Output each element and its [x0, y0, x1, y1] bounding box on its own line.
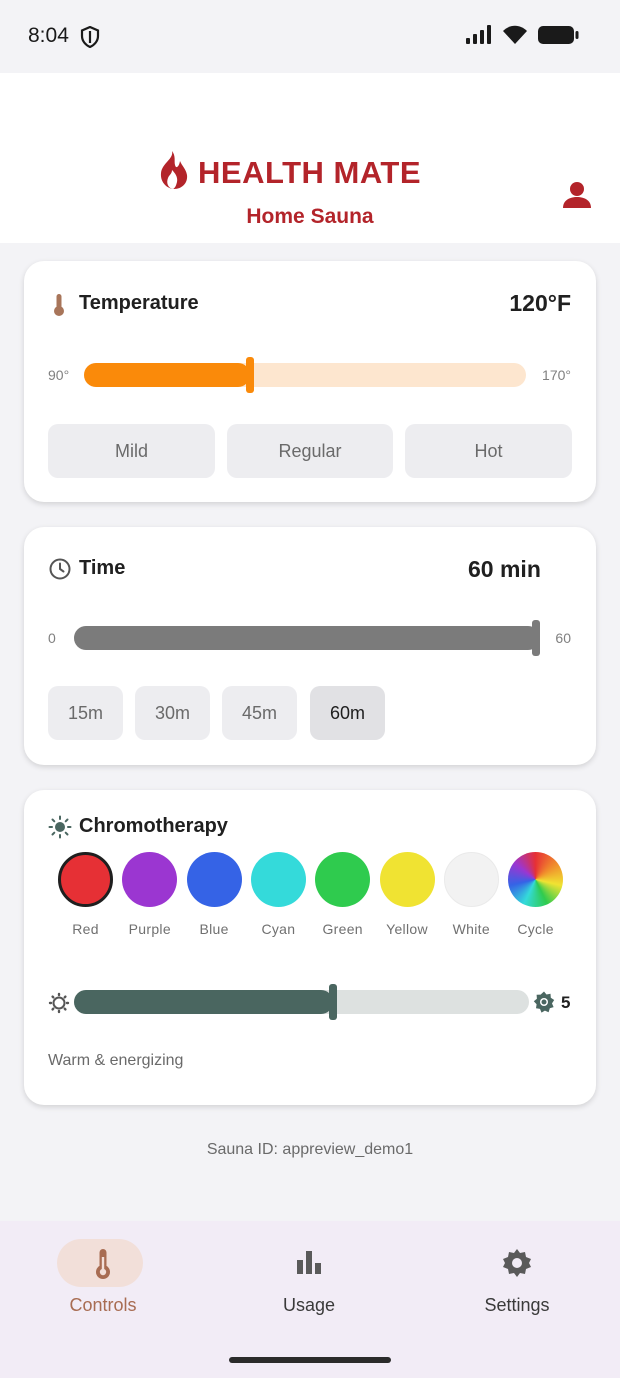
time-15m-button[interactable]: 15m — [48, 686, 123, 740]
status-time: 8:04 — [28, 24, 69, 47]
brightness-value: 5 — [561, 993, 571, 1012]
time-30m-button[interactable]: 30m — [135, 686, 210, 740]
color-swatch-blue[interactable] — [186, 852, 242, 907]
preset-mild-button[interactable]: Mild — [48, 424, 215, 478]
wifi-icon — [502, 25, 528, 50]
brightness-slider-thumb[interactable] — [329, 984, 337, 1020]
time-card: Time 60 min 0 60 15m 30m 45m 60m — [24, 527, 596, 765]
nav-usage[interactable]: Usage — [206, 1221, 412, 1331]
time-max-label: 60 — [555, 630, 571, 646]
temperature-value: 120°F — [509, 290, 571, 316]
time-60m-button[interactable]: 60m — [310, 686, 385, 740]
temperature-slider-fill — [84, 363, 250, 387]
chromotherapy-title: Chromotherapy — [79, 815, 228, 837]
clock-icon — [49, 558, 71, 585]
sauna-id: Sauna ID: appreview_demo1 — [206, 1141, 414, 1158]
preset-regular-button[interactable]: Regular — [227, 424, 393, 478]
color-swatch-cycle[interactable] — [508, 852, 564, 907]
color-label-red: Red — [72, 921, 99, 937]
color-swatch-white[interactable] — [443, 852, 499, 907]
color-description: Warm & energizing — [48, 1052, 184, 1069]
gear-icon — [414, 1248, 620, 1278]
thermometer-icon — [0, 1248, 206, 1280]
time-slider[interactable] — [74, 620, 540, 656]
color-swatch-purple[interactable] — [122, 852, 178, 907]
battery-icon — [538, 25, 580, 50]
app-header: HEALTH MATE Home Sauna — [0, 73, 620, 243]
color-label-cycle: Cycle — [517, 921, 554, 937]
time-min-label: 0 — [48, 630, 56, 646]
color-swatch-yellow[interactable] — [379, 852, 435, 907]
time-value: 60 min — [468, 556, 541, 582]
temperature-min-label: 90° — [48, 367, 70, 383]
nav-usage-label: Usage — [282, 1295, 336, 1315]
flame-icon — [158, 151, 190, 194]
time-45m-button[interactable]: 45m — [222, 686, 297, 740]
temperature-slider[interactable] — [84, 357, 526, 393]
color-label-white: White — [452, 921, 490, 937]
color-swatch-cyan[interactable] — [250, 852, 306, 907]
nav-settings[interactable]: Settings — [414, 1221, 620, 1331]
sun-icon — [48, 815, 72, 844]
color-label-cyan: Cyan — [261, 921, 296, 937]
nav-settings-label: Settings — [484, 1295, 550, 1315]
temperature-title: Temperature — [79, 292, 199, 314]
preset-hot-button[interactable]: Hot — [405, 424, 572, 478]
temperature-slider-thumb[interactable] — [246, 357, 254, 393]
bar-chart-icon — [206, 1248, 412, 1276]
chromotherapy-card: Chromotherapy Red Purple Blue Cyan Green Yell… — [24, 790, 596, 1105]
brightness-slider[interactable] — [74, 984, 529, 1020]
brand-logo: HEALTH MATE — [158, 151, 421, 194]
nav-controls[interactable]: Controls — [0, 1221, 206, 1331]
color-label-green: Green — [322, 921, 363, 937]
time-slider-thumb[interactable] — [532, 620, 540, 656]
brightness-low-icon — [48, 992, 70, 1019]
temperature-card: Temperature 120°F 90° 170° Mild Regular … — [24, 261, 596, 502]
brand-name: HEALTH MATE — [198, 154, 422, 190]
bottom-navigation: Controls Usage Settings — [0, 1221, 620, 1378]
time-title: Time — [79, 557, 126, 579]
color-label-purple: Purple — [128, 921, 171, 937]
home-indicator[interactable] — [229, 1357, 391, 1363]
brightness-high-icon — [533, 991, 555, 1018]
color-label-yellow: Yellow — [386, 921, 428, 937]
profile-icon[interactable] — [562, 180, 592, 215]
time-slider-fill — [74, 626, 540, 650]
signal-icon — [466, 25, 492, 50]
temperature-max-label: 170° — [542, 367, 571, 383]
color-swatch-red[interactable] — [58, 852, 113, 907]
brightness-slider-fill — [74, 990, 333, 1014]
thermometer-icon — [52, 293, 66, 322]
nav-controls-label: Controls — [69, 1295, 137, 1315]
shield-icon — [80, 25, 100, 53]
page-subtitle: Home Sauna — [246, 205, 374, 228]
status-bar: 8:04 — [0, 0, 620, 73]
color-label-blue: Blue — [199, 921, 229, 937]
color-swatch-green[interactable] — [315, 852, 371, 907]
